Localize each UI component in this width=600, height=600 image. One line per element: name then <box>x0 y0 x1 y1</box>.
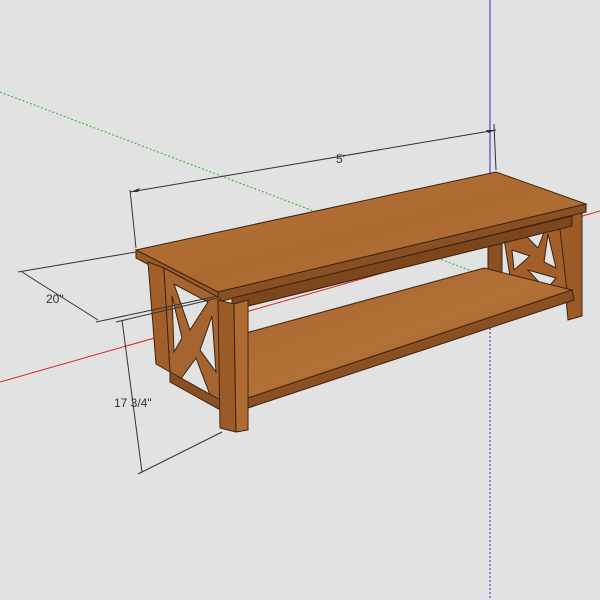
modeling-viewport[interactable]: 5' 20" 17 3/4" <box>0 0 600 600</box>
length-extension-right <box>493 123 497 171</box>
table-model[interactable] <box>134 171 588 433</box>
height-label: 17 3/4" <box>114 396 152 410</box>
height-extension-bottom <box>137 431 223 475</box>
front-left-leg-side <box>217 299 237 433</box>
length-dimension-line <box>129 129 497 193</box>
length-extension-left <box>129 189 137 249</box>
depth-label: 20" <box>46 292 64 306</box>
depth-extension-back <box>17 251 137 273</box>
3d-scene[interactable]: 5' 20" 17 3/4" <box>0 0 600 600</box>
length-label: 5' <box>336 152 345 166</box>
front-left-leg-front <box>233 299 249 433</box>
